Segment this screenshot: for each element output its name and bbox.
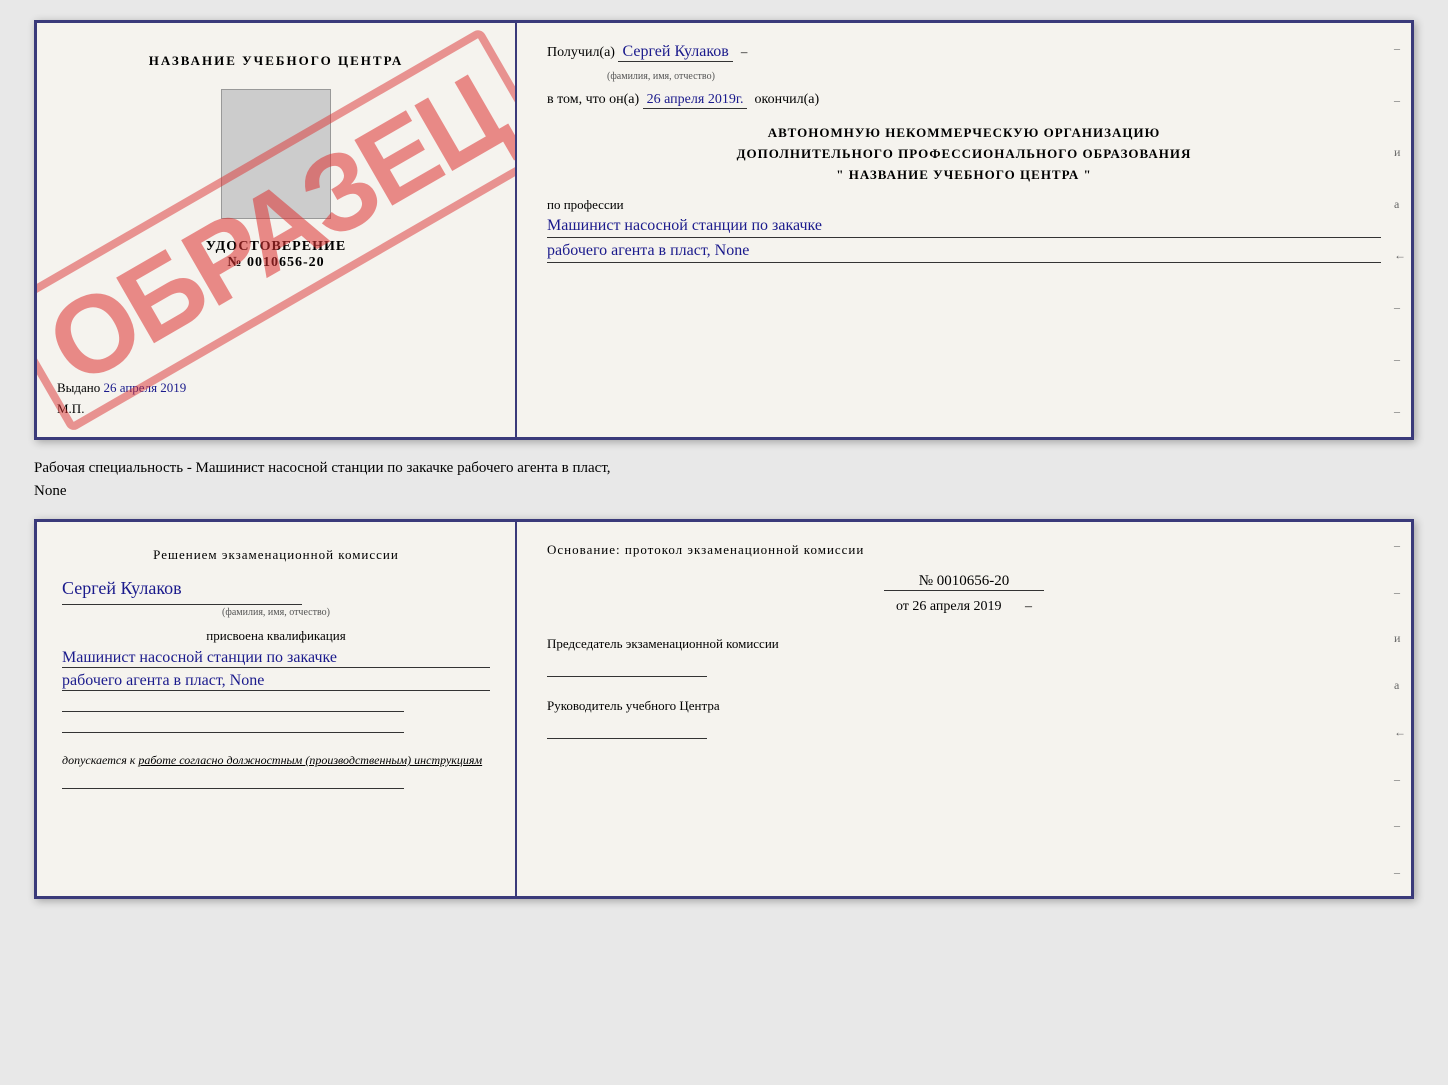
bottom-name: Сергей Кулаков	[62, 578, 490, 599]
assigned-label: присвоена квалификация	[62, 628, 490, 644]
protocol-date-prefix: от	[896, 599, 909, 614]
org-block: АВТОНОМНУЮ НЕКОММЕРЧЕСКУЮ ОРГАНИЗАЦИЮ ДО…	[547, 123, 1381, 185]
middle-line1: Рабочая специальность - Машинист насосно…	[34, 457, 1414, 480]
finished-label: окончил(а)	[754, 92, 819, 108]
right-dashes: – – и а ← – – –	[1394, 23, 1406, 437]
issued-date-value: 26 апреля 2019	[104, 380, 187, 395]
cert-left-panel: НАЗВАНИЕ УЧЕБНОГО ЦЕНТРА ОБРАЗЕЦ УДОСТОВ…	[37, 23, 517, 437]
middle-line2: None	[34, 480, 1414, 503]
bottom-right-dashes: – – и а ← – – –	[1394, 522, 1406, 896]
bottom-name-sub: (фамилия, имя, отчество)	[62, 607, 490, 618]
decision-text: Решением экзаменационной комиссии	[62, 547, 490, 563]
profession-line2: рабочего агента в пласт, None	[547, 242, 1381, 263]
qualification-line1: Машинист насосной станции по закачке	[62, 649, 490, 668]
doc-number: № 0010656-20	[227, 255, 324, 271]
allowed-prefix: допускается к	[62, 753, 135, 767]
mp-label: М.П.	[57, 401, 84, 417]
profession-line1: Машинист насосной станции по закачке	[547, 217, 1381, 238]
date-row: в том, что он(а) 26 апреля 2019г. окончи…	[547, 92, 1381, 109]
bottom-right-panel: Основание: протокол экзаменационной коми…	[517, 522, 1411, 896]
org-line1: АВТОНОМНУЮ НЕКОММЕРЧЕСКУЮ ОРГАНИЗАЦИЮ	[547, 123, 1381, 144]
protocol-date-value: 26 апреля 2019	[912, 599, 1001, 614]
profession-label: по профессии	[547, 197, 1381, 213]
cert-right-panel: Получил(а) Сергей Кулаков – (фамилия, им…	[517, 23, 1411, 437]
cert-title: НАЗВАНИЕ УЧЕБНОГО ЦЕНТРА	[149, 53, 404, 69]
basis-label: Основание: протокол экзаменационной коми…	[547, 542, 1381, 558]
middle-text: Рабочая специальность - Машинист насосно…	[34, 452, 1414, 507]
page-container: НАЗВАНИЕ УЧЕБНОГО ЦЕНТРА ОБРАЗЕЦ УДОСТОВ…	[20, 20, 1428, 899]
issued-label: Выдано	[57, 380, 100, 395]
name-underline	[62, 604, 302, 605]
head-sign-line	[547, 723, 707, 739]
protocol-number: № 0010656-20	[884, 573, 1044, 591]
doc-type-label: УДОСТОВЕРЕНИЕ	[206, 239, 346, 255]
date-label: в том, что он(а)	[547, 92, 639, 108]
dash1: –	[741, 44, 748, 60]
recipient-row: Получил(а) Сергей Кулаков –	[547, 43, 1381, 62]
received-label: Получил(а)	[547, 45, 615, 61]
dash-right: –	[1025, 599, 1032, 614]
allowed-text: допускается к работе согласно должностны…	[62, 753, 490, 768]
bottom-left-panel: Решением экзаменационной комиссии Сергей…	[37, 522, 517, 896]
qualification-line2: рабочего агента в пласт, None	[62, 672, 490, 691]
protocol-date: от 26 апреля 2019 –	[547, 599, 1381, 615]
org-line2: ДОПОЛНИТЕЛЬНОГО ПРОФЕССИОНАЛЬНОГО ОБРАЗО…	[547, 144, 1381, 165]
underline3	[62, 773, 404, 789]
date-value: 26 апреля 2019г.	[643, 92, 748, 109]
issue-date: Выдано 26 апреля 2019	[57, 350, 186, 396]
recipient-name: Сергей Кулаков	[618, 43, 732, 62]
top-certificate: НАЗВАНИЕ УЧЕБНОГО ЦЕНТРА ОБРАЗЕЦ УДОСТОВ…	[34, 20, 1414, 440]
chairman-sign-line	[547, 661, 707, 677]
head-label: Руководитель учебного Центра	[547, 697, 1381, 715]
org-line3: " НАЗВАНИЕ УЧЕБНОГО ЦЕНТРА "	[547, 165, 1381, 186]
underline1	[62, 696, 404, 712]
chairman-label: Председатель экзаменационной комиссии	[547, 635, 1381, 653]
recipient-sub: (фамилия, имя, отчество)	[607, 71, 715, 82]
allowed-link-text: работе согласно должностным (производств…	[138, 753, 482, 767]
underline2	[62, 717, 404, 733]
photo-placeholder	[221, 89, 331, 219]
bottom-certificate: Решением экзаменационной комиссии Сергей…	[34, 519, 1414, 899]
